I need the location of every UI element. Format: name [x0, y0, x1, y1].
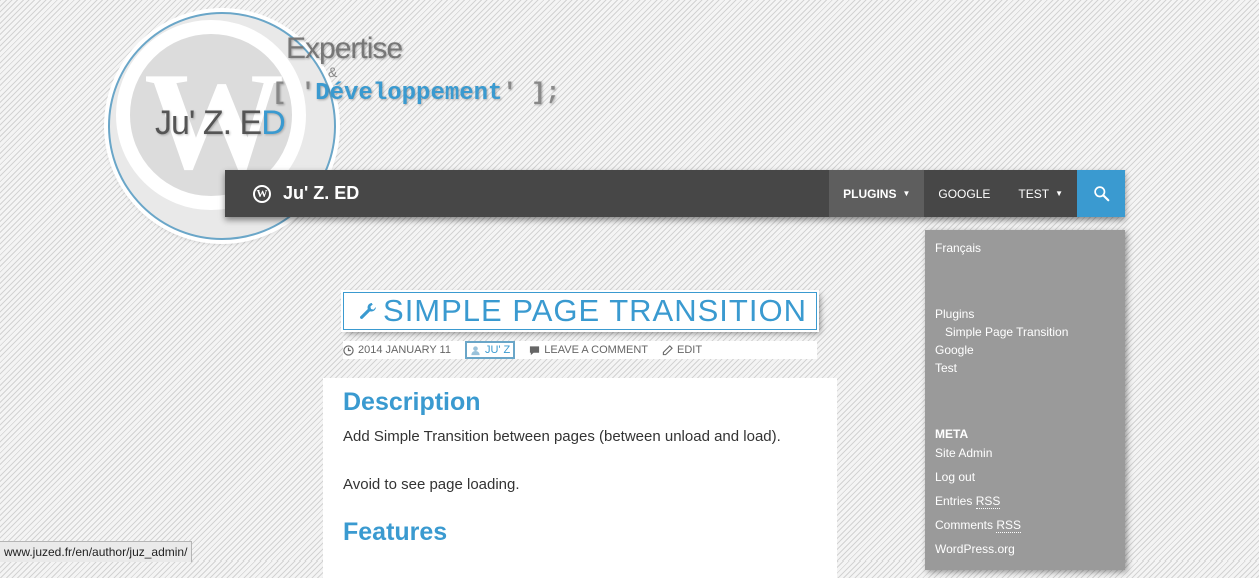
logo-name: Ju' Z. ED: [155, 104, 286, 143]
nav-menu: PLUGINS ▼ GOOGLE TEST ▼: [829, 170, 1077, 217]
search-icon: [1093, 186, 1109, 202]
rss-abbr: RSS: [996, 518, 1022, 533]
entry-date[interactable]: 2014 JANUARY 11: [343, 344, 451, 356]
tagline-code-word: Développement: [315, 80, 503, 107]
description-heading: Description: [343, 388, 481, 416]
site-admin-link[interactable]: Site Admin: [935, 446, 992, 460]
pencil-icon: [662, 344, 673, 355]
logo-name-prefix: Ju' Z. E: [155, 104, 262, 142]
entries-label: Entries: [935, 494, 976, 508]
entries-rss-link[interactable]: Entries RSS: [935, 494, 1001, 509]
logo-name-suffix: D: [261, 104, 286, 142]
meta-heading: META: [935, 427, 969, 441]
navbar-brand[interactable]: W Ju' Z. ED: [253, 170, 359, 217]
log-out-link[interactable]: Log out: [935, 470, 975, 484]
entry-author-text: JU' Z: [484, 344, 511, 356]
entry-date-text: 2014 JANUARY 11: [358, 344, 451, 356]
entry-title[interactable]: SIMPLE PAGE TRANSITION: [343, 292, 817, 330]
sidebar-item-test[interactable]: Test: [935, 361, 957, 375]
leave-comment-text: LEAVE A COMMENT: [544, 344, 648, 356]
wrench-icon: [360, 303, 376, 319]
caret-down-icon: ▼: [1055, 189, 1063, 198]
sidebar-item-plugins[interactable]: Plugins: [935, 307, 974, 321]
tagline-expertise: Expertise: [286, 32, 403, 65]
main-navbar: W Ju' Z. ED PLUGINS ▼ GOOGLE TEST ▼: [225, 170, 1125, 217]
comments-label: Comments: [935, 518, 997, 532]
nav-item-label: GOOGLE: [938, 186, 991, 201]
features-heading: Features: [343, 518, 448, 546]
comment-icon: [530, 345, 540, 355]
nav-item-plugins[interactable]: PLUGINS ▼: [829, 170, 925, 217]
search-button[interactable]: [1077, 170, 1125, 217]
edit-link[interactable]: EDIT: [662, 344, 702, 356]
leave-comment-link[interactable]: LEAVE A COMMENT: [529, 344, 648, 356]
nav-item-label: TEST: [1018, 186, 1050, 201]
tagline-code-open: [ ': [272, 80, 316, 107]
tagline-code-close: ' ];: [502, 80, 561, 107]
description-paragraph-1: Add Simple Transition between pages (bet…: [343, 428, 781, 445]
sidebar-item-google[interactable]: Google: [935, 343, 974, 357]
description-paragraph-2: Avoid to see page loading.: [343, 476, 520, 493]
user-icon: [471, 345, 480, 355]
entry-content: Description Add Simple Transition betwee…: [323, 378, 837, 578]
caret-down-icon: ▼: [902, 189, 911, 198]
entry-author[interactable]: JU' Z: [464, 341, 516, 359]
clock-icon: [343, 344, 354, 356]
comments-rss-link[interactable]: Comments RSS: [935, 518, 1022, 533]
nav-item-label: PLUGINS: [843, 186, 897, 201]
edit-text: EDIT: [677, 344, 703, 356]
nav-item-test[interactable]: TEST ▼: [1004, 170, 1077, 217]
wordpress-org-link[interactable]: WordPress.org: [935, 542, 1015, 556]
nav-item-google[interactable]: GOOGLE: [924, 170, 1004, 217]
tagline-ampersand: &: [328, 64, 338, 80]
tagline-code: [ 'Développement' ];: [272, 80, 560, 107]
entry-title-text: SIMPLE PAGE TRANSITION: [383, 293, 807, 328]
rss-abbr: RSS: [975, 494, 1001, 509]
sidebar-item-simple-page-transition[interactable]: Simple Page Transition: [945, 325, 1068, 339]
language-link[interactable]: Français: [935, 241, 981, 255]
navbar-brand-label: Ju' Z. ED: [283, 183, 360, 203]
browser-status-bar: www.juzed.fr/en/author/juz_admin/: [0, 541, 193, 562]
wordpress-icon: W: [253, 184, 271, 203]
sidebar: Français Plugins Simple Page Transition …: [925, 230, 1125, 570]
entry-meta: 2014 JANUARY 11 JU' Z LEAVE A COMMENT ED…: [343, 341, 817, 359]
